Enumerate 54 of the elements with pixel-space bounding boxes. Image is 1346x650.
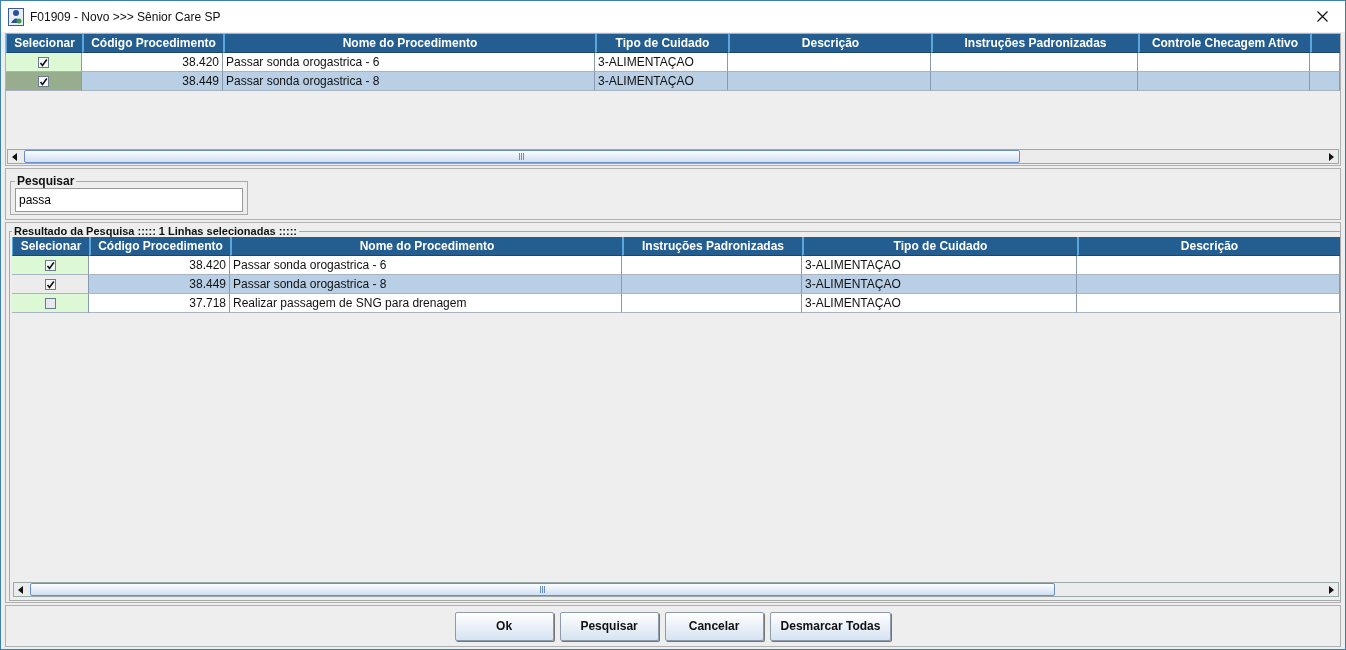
table-cell: 37.718 (89, 294, 230, 313)
dialog-button[interactable]: Cancelar (664, 611, 764, 641)
table-cell: 3-ALIMENTAÇAO (802, 294, 1077, 313)
window-title: F01909 - Novo >>> Sênior Care SP (30, 9, 222, 24)
table-cell: 3-ALIMENTAÇAO (595, 53, 728, 72)
close-icon[interactable] (1316, 11, 1328, 22)
right-arrow-icon[interactable] (1329, 585, 1334, 594)
column-header[interactable]: Nome do Procedimento (230, 237, 622, 256)
column-header[interactable]: Descrição (728, 34, 931, 53)
checkbox[interactable] (38, 75, 49, 87)
grip-icon[interactable] (519, 153, 525, 160)
table-cell: 3-ALIMENTAÇAO (595, 72, 728, 91)
column-header[interactable]: Código Procedimento (89, 237, 230, 256)
table-cell: 3-ALIMENTAÇAO (802, 275, 1077, 294)
dialog-button[interactable]: Desmarcar Todas (769, 611, 892, 641)
column-header (1310, 34, 1340, 53)
column-header[interactable]: Código Procedimento (82, 34, 223, 53)
right-arrow-icon[interactable] (1329, 152, 1334, 161)
dialog-button[interactable]: Pesquisar (559, 611, 659, 641)
table-cell: 38.449 (89, 275, 230, 294)
horizontal-scrollbar[interactable] (7, 149, 1339, 164)
table-cell: Realizar passagem de SNG para drenagem (230, 294, 622, 313)
checkbox[interactable] (44, 259, 56, 271)
column-header[interactable]: Controle Checagem Ativo (1138, 34, 1310, 53)
table-cell: Passar sonda orogastrica - 6 (223, 53, 595, 72)
table-cell: Passar sonda orogastrica - 8 (230, 275, 622, 294)
column-header[interactable]: Selecionar (6, 34, 82, 53)
table-cell: 38.420 (82, 53, 223, 72)
column-header[interactable]: Selecionar (12, 237, 89, 256)
column-header[interactable]: Instruções Padronizadas (931, 34, 1138, 53)
search-field[interactable]: passa (15, 188, 243, 212)
app-icon (8, 7, 24, 26)
column-header[interactable]: Descrição (1077, 237, 1340, 256)
table-cell: 3-ALIMENTAÇAO (802, 256, 1077, 275)
left-arrow-icon[interactable] (18, 585, 23, 594)
column-header[interactable]: Nome do Procedimento (223, 34, 595, 53)
group-label: Pesquisar (16, 174, 76, 188)
table-cell: 38.420 (89, 256, 230, 275)
table-cell (1310, 72, 1340, 91)
column-header[interactable]: Tipo de Cuidado (802, 237, 1077, 256)
checkbox[interactable] (44, 297, 56, 309)
column-header[interactable]: Tipo de Cuidado (595, 34, 728, 53)
dialog-button[interactable]: Ok (454, 611, 554, 641)
left-arrow-icon[interactable] (12, 152, 17, 161)
column-header[interactable]: Instruções Padronizadas (622, 237, 802, 256)
horizontal-scrollbar[interactable] (13, 582, 1339, 597)
group-label: Resultado da Pesquisa ::::: 1 Linhas selecionadas ::::: (13, 225, 298, 237)
grip-icon[interactable] (539, 586, 545, 593)
table-cell: 38.449 (82, 72, 223, 91)
checkbox[interactable] (38, 56, 49, 68)
checkbox[interactable] (44, 278, 56, 290)
table-cell: Passar sonda orogastrica - 6 (230, 256, 622, 275)
table-cell (1310, 53, 1340, 72)
table-cell: Passar sonda orogastrica - 8 (223, 72, 595, 91)
